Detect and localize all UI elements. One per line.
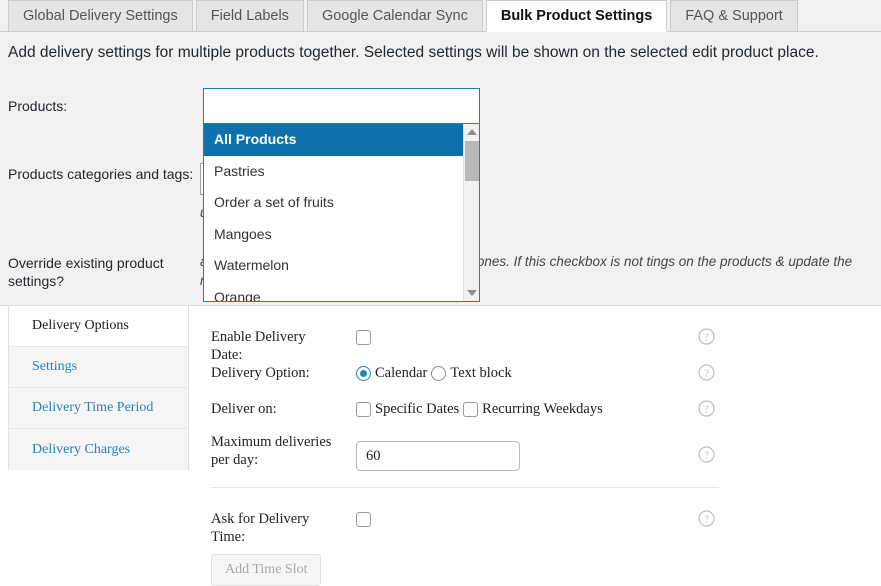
delivery-option-control: Calendar Text block [356, 364, 516, 382]
tab-faq-support[interactable]: FAQ & Support [670, 0, 798, 32]
deliver-on-label: Deliver on: [211, 401, 277, 417]
help-circle-icon[interactable]: ? [698, 364, 715, 381]
tab-label: Global Delivery Settings [23, 7, 178, 24]
products-options-list: All Products Pastries Order a set of fru… [203, 124, 480, 302]
svg-text:?: ? [704, 450, 709, 461]
enable-delivery-date-label: Enable Delivery Date: [211, 329, 306, 363]
tab-global-delivery-settings[interactable]: Global Delivery Settings [8, 0, 193, 32]
max-deliveries-control [356, 441, 520, 471]
product-option-order-a-set-of-fruits[interactable]: Order a set of fruits [204, 187, 463, 219]
tab-label: FAQ & Support [685, 7, 783, 24]
override-existing-settings-label: Override existing product settings? [8, 255, 164, 289]
chevron-down-icon[interactable] [464, 285, 479, 301]
ask-delivery-time-checkbox[interactable] [356, 511, 371, 527]
option-label: All Products [214, 131, 297, 147]
max-deliveries-input[interactable] [356, 441, 520, 471]
vtab-label: Delivery Time Period [32, 400, 154, 415]
dropdown-scrollbar[interactable] [463, 124, 479, 301]
specific-dates-checkbox[interactable] [356, 401, 371, 417]
vtab-settings[interactable]: Settings [9, 347, 188, 388]
product-option-orange[interactable]: Orange [204, 282, 463, 302]
vtab-delivery-time-period[interactable]: Delivery Time Period [9, 388, 188, 429]
svg-text:?: ? [704, 332, 709, 343]
vtab-label: Delivery Charges [32, 441, 131, 457]
enable-delivery-date-control [356, 328, 371, 346]
vtab-delivery-options[interactable]: Delivery Options [9, 306, 188, 347]
products-label: Products: [8, 98, 68, 114]
product-option-mangoes[interactable]: Mangoes [204, 219, 463, 251]
svg-text:?: ? [704, 404, 709, 415]
page-intro-text: Add delivery settings for multiple produ… [8, 44, 819, 61]
scrollbar-thumb[interactable] [465, 141, 479, 181]
product-option-pastries[interactable]: Pastries [204, 156, 463, 188]
deliver-on-control: Specific Dates Recurring Weekdays [356, 400, 607, 418]
delivery-option-calendar-radio[interactable] [356, 365, 371, 381]
ask-delivery-time-label: Ask for Delivery Time: [211, 511, 310, 545]
product-option-all-products[interactable]: All Products [204, 124, 463, 156]
recurring-weekdays-label: Recurring Weekdays [482, 400, 603, 417]
option-label: Mangoes [214, 225, 272, 242]
option-label: Watermelon [214, 257, 289, 273]
product-option-watermelon[interactable]: Watermelon [204, 250, 463, 282]
delivery-option-calendar-label: Calendar [375, 364, 428, 381]
recurring-weekdays-checkbox[interactable] [463, 401, 479, 417]
vtab-label: Settings [32, 359, 78, 374]
help-circle-icon[interactable]: ? [698, 328, 715, 345]
products-select-dropdown[interactable]: All Products Pastries Order a set of fru… [203, 88, 480, 302]
svg-text:?: ? [704, 514, 709, 525]
delivery-option-text-block-label: Text block [450, 364, 512, 381]
add-time-slot-button[interactable]: Add Time Slot [211, 554, 322, 586]
app-root: Global Delivery Settings Field Labels Go… [0, 0, 881, 586]
specific-dates-label: Specific Dates [375, 400, 460, 417]
option-label: Orange [214, 288, 261, 302]
svg-text:?: ? [704, 368, 709, 379]
help-circle-icon[interactable]: ? [698, 510, 715, 527]
tab-field-labels[interactable]: Field Labels [195, 0, 304, 32]
tab-label: Google Calendar Sync [321, 7, 468, 24]
vtab-delivery-charges[interactable]: Delivery Charges [9, 429, 188, 470]
delivery-options-panel: Enable Delivery Date: ? Delivery Option:… [200, 306, 881, 586]
tab-label: Field Labels [210, 7, 289, 24]
ask-delivery-time-control [356, 510, 371, 528]
products-options-scroll-area: All Products Pastries Order a set of fru… [204, 124, 463, 301]
enable-delivery-date-checkbox[interactable] [356, 329, 371, 345]
tab-bulk-product-settings[interactable]: Bulk Product Settings [485, 0, 668, 32]
vtab-label: Delivery Options [32, 318, 129, 333]
delivery-settings-vertical-tabs: Delivery Options Settings Delivery Time … [8, 305, 189, 470]
option-label: Order a set of fruits [214, 194, 334, 210]
product-categories-label: Products categories and tags: [8, 166, 194, 182]
tab-google-calendar-sync[interactable]: Google Calendar Sync [306, 0, 483, 32]
tab-label: Bulk Product Settings [500, 7, 653, 24]
tab-bar: Global Delivery Settings Field Labels Go… [0, 0, 881, 32]
max-deliveries-label: Maximum deliveries per day: [211, 434, 332, 468]
top-settings-region: Global Delivery Settings Field Labels Go… [0, 0, 881, 306]
products-search-field[interactable] [203, 88, 480, 302]
help-circle-icon[interactable]: ? [698, 400, 715, 417]
delivery-option-label: Delivery Option: [211, 365, 310, 381]
delivery-option-text-block-radio[interactable] [431, 365, 447, 381]
help-circle-icon[interactable]: ? [698, 446, 715, 463]
chevron-up-icon[interactable] [464, 124, 479, 140]
option-label: Pastries [214, 162, 265, 179]
section-divider [211, 487, 719, 488]
